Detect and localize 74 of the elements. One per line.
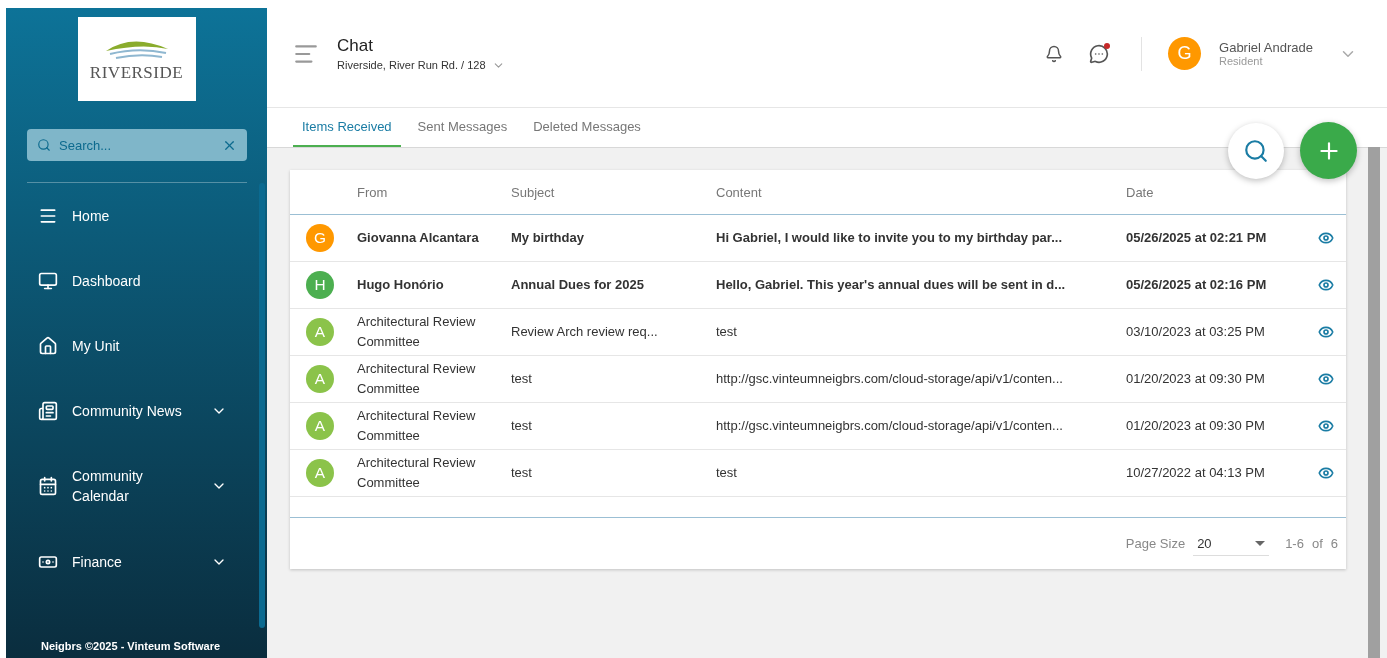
eye-icon[interactable] bbox=[1318, 465, 1334, 481]
sidebar-item[interactable]: Community Calendar bbox=[6, 443, 267, 529]
table-cell: http://gsc.vinteumneigbrs.com/cloud-storage/api/v1/conten... bbox=[716, 356, 1126, 403]
user-role: Resident bbox=[1219, 55, 1264, 67]
column-header: Subject bbox=[511, 170, 716, 215]
search-icon bbox=[1243, 138, 1269, 164]
eye-icon[interactable] bbox=[1318, 277, 1334, 293]
page-range: 1-6 bbox=[1285, 536, 1304, 551]
search-icon bbox=[37, 138, 51, 152]
sidebar-item[interactable]: Home bbox=[6, 183, 267, 248]
avatar: G bbox=[306, 224, 334, 252]
table-cell: Architectural Review Committee bbox=[357, 450, 511, 497]
table-cell: Annual Dues for 2025 bbox=[511, 262, 716, 309]
column-header: Date bbox=[1126, 170, 1306, 215]
table-cell: test bbox=[511, 356, 716, 403]
avatar: H bbox=[306, 271, 334, 299]
logo-text: RIVERSIDE bbox=[89, 63, 184, 83]
avatar: A bbox=[306, 412, 334, 440]
eye-icon[interactable] bbox=[1318, 418, 1334, 434]
user-name: Gabriel Andrade bbox=[1219, 40, 1313, 55]
user-avatar: G bbox=[1168, 37, 1202, 70]
avatar: A bbox=[306, 459, 334, 487]
table-cell: Hello, Gabriel. This year's annual dues will be sent in d... bbox=[716, 262, 1126, 309]
table-cell: Architectural Review Committee bbox=[357, 403, 511, 450]
table-cell: 03/10/2023 at 03:25 PM bbox=[1126, 309, 1306, 356]
table-cell: 01/20/2023 at 09:30 PM bbox=[1126, 356, 1306, 403]
location-selector[interactable]: Riverside, River Run Rd. / 128 bbox=[337, 58, 1046, 72]
search-field[interactable]: Search... bbox=[27, 129, 247, 161]
tab[interactable]: Deleted Messages bbox=[524, 108, 650, 147]
table-cell: My birthday bbox=[511, 215, 716, 262]
table-cell: Review Arch review req... bbox=[511, 309, 716, 356]
newspaper-icon bbox=[38, 400, 58, 421]
monitor-icon bbox=[38, 270, 58, 291]
sidebar-item[interactable]: Finance bbox=[6, 529, 267, 594]
tab[interactable]: Sent Messages bbox=[408, 108, 517, 147]
footer-text: Neigbrs ©2025 - Vinteum Software bbox=[41, 640, 221, 652]
chat-bubble-icon bbox=[1089, 43, 1110, 64]
table-cell: http://gsc.vinteumneigbrs.com/cloud-storage/api/v1/conten... bbox=[716, 403, 1126, 450]
sidebar-item[interactable]: My Unit bbox=[6, 313, 267, 378]
page-title: Chat bbox=[337, 35, 374, 56]
table-cell: Hi Gabriel, I would like to invite you to my birthday par... bbox=[716, 215, 1126, 262]
table-cell: Hugo Honório bbox=[357, 262, 511, 309]
table-cell: 01/20/2023 at 09:30 PM bbox=[1126, 403, 1306, 450]
home-icon bbox=[38, 335, 58, 356]
page-of: of bbox=[1311, 536, 1323, 551]
table-cell: 05/26/2025 at 02:21 PM bbox=[1126, 215, 1306, 262]
tab[interactable]: Items Received bbox=[293, 108, 401, 147]
page-size-label: Page Size bbox=[1125, 536, 1186, 551]
page-total: 6 bbox=[1330, 536, 1338, 551]
bell-icon bbox=[1045, 44, 1064, 63]
avatar: A bbox=[306, 318, 334, 346]
eye-icon[interactable] bbox=[1318, 324, 1334, 340]
avatar: A bbox=[306, 365, 334, 393]
sidebar-item[interactable]: Community News bbox=[6, 378, 267, 443]
table-cell: test bbox=[716, 309, 1126, 356]
table-cell: test bbox=[511, 450, 716, 497]
table-cell: Architectural Review Committee bbox=[357, 356, 511, 403]
table-cell: test bbox=[716, 450, 1126, 497]
table-cell: test bbox=[511, 403, 716, 450]
eye-icon[interactable] bbox=[1318, 371, 1334, 387]
column-header: From bbox=[357, 170, 511, 215]
table-cell: Architectural Review Committee bbox=[357, 309, 511, 356]
eye-icon[interactable] bbox=[1318, 230, 1334, 246]
sidebar-item[interactable]: Dashboard bbox=[6, 248, 267, 313]
page-size-select[interactable]: 20 bbox=[1193, 531, 1270, 556]
table-cell: 10/27/2022 at 04:13 PM bbox=[1126, 450, 1306, 497]
table-cell: 05/26/2025 at 02:16 PM bbox=[1126, 262, 1306, 309]
search-input[interactable]: Search... bbox=[57, 136, 216, 154]
calendar-icon bbox=[38, 476, 58, 496]
caret-icon bbox=[1255, 540, 1266, 546]
notifications-button[interactable] bbox=[1045, 44, 1064, 63]
table-cell: Giovanna Alcantara bbox=[357, 215, 511, 262]
column-header: Content bbox=[716, 170, 1126, 215]
messages-button[interactable] bbox=[1089, 43, 1110, 64]
